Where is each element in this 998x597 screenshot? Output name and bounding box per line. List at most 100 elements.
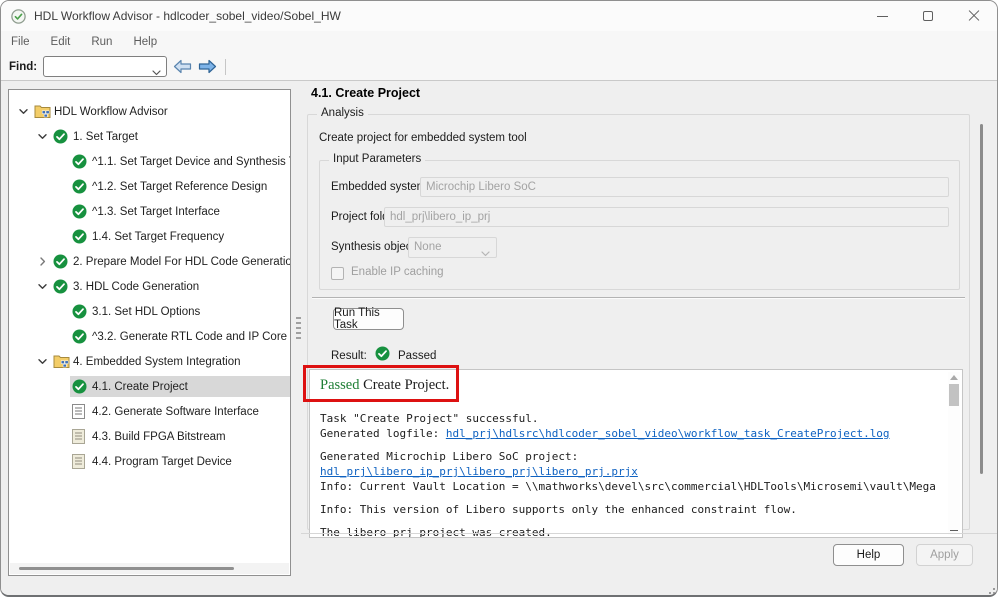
log-link[interactable]: hdl_prj\libero_ip_prj\libero_prj\libero_… (320, 465, 638, 478)
tree-item-content[interactable]: ^1.1. Set Target Device and Synthesis To… (70, 151, 291, 172)
panel-splitter-handle[interactable] (296, 317, 302, 339)
chevron-down-icon[interactable] (152, 63, 161, 81)
panel-scrollbar-thumb[interactable] (980, 124, 983, 474)
tree-item[interactable]: 2. Prepare Model For HDL Code Generation (9, 249, 290, 274)
embedded-system-tool-field: Microchip Libero SoC (420, 177, 949, 197)
tree-item[interactable]: 4.4. Program Target Device (9, 449, 290, 474)
tree-item-content[interactable]: 4.4. Program Target Device (70, 451, 290, 472)
menu-file[interactable]: File (11, 36, 30, 48)
enable-ip-caching-label: Enable IP caching (351, 266, 444, 278)
log-line: hdl_prj\libero_ip_prj\libero_prj\libero_… (320, 464, 936, 479)
passed-check-icon (53, 279, 73, 294)
tree-item-label: ^3.2. Generate RTL Code and IP Core (92, 331, 287, 343)
tree-item[interactable]: 4.2. Generate Software Interface (9, 399, 290, 424)
close-button[interactable] (951, 1, 997, 31)
window-controls (859, 1, 997, 31)
tree-item-label: 4. Embedded System Integration (73, 356, 241, 368)
input-parameters-legend: Input Parameters (329, 153, 425, 165)
log-line: The libero_prj project was created. (320, 525, 936, 538)
chevron-down-icon[interactable] (34, 281, 51, 292)
tree-item[interactable]: ^3.2. Generate RTL Code and IP Core (9, 324, 290, 349)
chevron-right-icon[interactable] (34, 256, 51, 267)
log-scrollbar-thumb[interactable] (949, 384, 959, 406)
find-previous-button[interactable] (173, 59, 192, 74)
tree-item[interactable]: 3. HDL Code Generation (9, 274, 290, 299)
menu-help[interactable]: Help (133, 36, 157, 48)
task-document-icon (72, 404, 92, 419)
log-text: Generated logfile: (320, 427, 446, 440)
menu-run[interactable]: Run (91, 36, 112, 48)
find-combobox[interactable] (43, 56, 167, 77)
tree-item[interactable]: 4. Embedded System Integration (9, 349, 290, 374)
tree-item-content[interactable]: 4.2. Generate Software Interface (70, 401, 290, 422)
main-area: HDL Workflow Advisor 1. Set Target ^1.1. S… (1, 81, 997, 597)
tree-item-content[interactable]: ^1.3. Set Target Interface (70, 201, 290, 222)
tree-item-label: 3.1. Set HDL Options (92, 306, 200, 318)
log-line: Task "Create Project" successful. (320, 411, 936, 426)
minimize-button[interactable] (859, 1, 905, 31)
scroll-down-icon[interactable] (950, 530, 958, 531)
tree-horizontal-scrollbar[interactable] (10, 563, 289, 574)
passed-check-icon (72, 179, 92, 194)
tree-item-content[interactable]: 4.1. Create Project (70, 376, 290, 397)
maximize-button[interactable] (905, 1, 951, 31)
chevron-down-icon[interactable] (34, 131, 51, 142)
app-check-icon (11, 9, 26, 24)
menu-bar: File Edit Run Help (1, 31, 997, 53)
log-text: Generated Microchip Libero SoC project: (320, 450, 578, 463)
tree-item[interactable]: 4.1. Create Project (9, 374, 290, 399)
help-button[interactable]: Help (833, 544, 904, 566)
tree-scrollbar-thumb[interactable] (19, 567, 234, 570)
window-resize-grip[interactable] (985, 584, 995, 594)
tree-item-content[interactable]: ^3.2. Generate RTL Code and IP Core (70, 326, 290, 347)
workflow-tree-panel: HDL Workflow Advisor 1. Set Target ^1.1. S… (8, 89, 291, 576)
log-link[interactable]: hdl_prj\hdlsrc\hdlcoder_sobel_video\work… (446, 427, 890, 440)
tree-item[interactable]: 3.1. Set HDL Options (9, 299, 290, 324)
tree-item[interactable]: ^1.3. Set Target Interface (9, 199, 290, 224)
tree-item[interactable]: ^1.1. Set Target Device and Synthesis To… (9, 149, 290, 174)
tree-item-content[interactable]: 4. Embedded System Integration (51, 351, 290, 372)
task-document-disabled-icon (72, 429, 92, 444)
log-vertical-scrollbar[interactable] (948, 372, 960, 535)
find-input[interactable] (48, 58, 148, 75)
log-line (320, 517, 936, 525)
tree-item[interactable]: ^1.2. Set Target Reference Design (9, 174, 290, 199)
chevron-down-icon[interactable] (34, 356, 51, 367)
run-this-task-button[interactable]: Run This Task (333, 308, 404, 330)
tree-item[interactable]: HDL Workflow Advisor (9, 99, 290, 124)
tree-item-content[interactable]: HDL Workflow Advisor (32, 101, 290, 122)
passed-check-icon (72, 329, 92, 344)
tree-item[interactable]: 4.3. Build FPGA Bitstream (9, 424, 290, 449)
log-text: Info: Current Vault Location = \\mathwor… (320, 480, 936, 493)
log-line (320, 441, 936, 449)
tree-item-label: 1.4. Set Target Frequency (92, 231, 224, 243)
find-next-button[interactable] (198, 59, 217, 74)
passed-check-icon (72, 154, 92, 169)
passed-check-icon (72, 229, 92, 244)
tree-item-content[interactable]: 2. Prepare Model For HDL Code Generation (51, 251, 291, 272)
tree-item-content[interactable]: 3.1. Set HDL Options (70, 301, 290, 322)
menu-edit[interactable]: Edit (51, 36, 71, 48)
analysis-legend: Analysis (317, 107, 368, 119)
tree-item-content[interactable]: 1. Set Target (51, 126, 290, 147)
tree-item-label: 4.1. Create Project (92, 381, 188, 393)
result-status: Passed (398, 350, 436, 362)
tree-item-label: 1. Set Target (73, 131, 138, 143)
apply-button: Apply (916, 544, 973, 566)
tree-item-content[interactable]: 1.4. Set Target Frequency (70, 226, 290, 247)
log-line: Generated Microchip Libero SoC project: (320, 449, 936, 464)
find-label: Find: (9, 61, 37, 73)
task-document-disabled-icon (72, 454, 92, 469)
scroll-up-icon[interactable] (950, 375, 958, 380)
log-lines: Task "Create Project" successful.Generat… (320, 411, 936, 538)
tree-item-content[interactable]: 4.3. Build FPGA Bitstream (70, 426, 290, 447)
tree-item-content[interactable]: 3. HDL Code Generation (51, 276, 290, 297)
chevron-down-icon[interactable] (15, 106, 32, 117)
tree-item-content[interactable]: ^1.2. Set Target Reference Design (70, 176, 290, 197)
tree-item[interactable]: 1. Set Target (9, 124, 290, 149)
log-line: Info: This version of Libero supports on… (320, 502, 936, 517)
window-title: HDL Workflow Advisor - hdlcoder_sobel_vi… (34, 9, 341, 23)
tree-item[interactable]: 1.4. Set Target Frequency (9, 224, 290, 249)
task-log-area[interactable]: Passed Create Project. Task "Create Proj… (309, 369, 963, 538)
tree-item-label: 2. Prepare Model For HDL Code Generation (73, 256, 291, 268)
